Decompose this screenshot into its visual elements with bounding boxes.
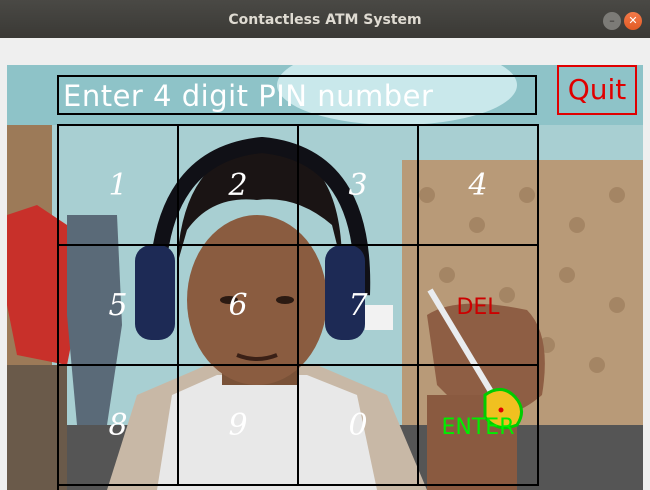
key-6[interactable]: 6 xyxy=(179,246,299,366)
key-9[interactable]: 9 xyxy=(179,366,299,486)
key-label: 2 xyxy=(228,168,248,203)
key-label: 1 xyxy=(108,168,128,203)
camera-feed: Enter 4 digit PIN number Quit 1 2 3 4 5 … xyxy=(7,65,643,490)
window-titlebar: Contactless ATM System – ✕ xyxy=(0,0,650,39)
key-label: 3 xyxy=(348,168,368,203)
key-1[interactable]: 1 xyxy=(59,126,179,246)
key-0[interactable]: 0 xyxy=(299,366,419,486)
key-label: 6 xyxy=(228,288,248,323)
key-4[interactable]: 4 xyxy=(419,126,539,246)
window-left-border xyxy=(0,38,7,490)
key-label: 7 xyxy=(348,288,368,323)
key-del[interactable]: DEL xyxy=(419,246,539,366)
key-label: ENTER xyxy=(441,415,515,440)
key-label: 9 xyxy=(228,408,248,443)
key-enter[interactable]: ENTER xyxy=(419,366,539,486)
key-8[interactable]: 8 xyxy=(59,366,179,486)
minimize-icon[interactable]: – xyxy=(603,12,621,30)
key-label: 0 xyxy=(348,408,368,443)
key-2[interactable]: 2 xyxy=(179,126,299,246)
window-top-strip xyxy=(7,38,643,65)
key-7[interactable]: 7 xyxy=(299,246,419,366)
pin-display-text: Enter 4 digit PIN number xyxy=(63,79,434,113)
window-title: Contactless ATM System xyxy=(228,12,422,28)
key-label: 4 xyxy=(468,168,488,203)
close-icon[interactable]: ✕ xyxy=(624,12,642,30)
quit-button[interactable]: Quit xyxy=(557,65,637,115)
quit-label: Quit xyxy=(567,73,627,106)
key-label: DEL xyxy=(456,295,500,320)
key-label: 5 xyxy=(108,288,128,323)
window-right-border xyxy=(643,38,650,490)
key-5[interactable]: 5 xyxy=(59,246,179,366)
key-label: 8 xyxy=(108,408,128,443)
key-3[interactable]: 3 xyxy=(299,126,419,246)
keypad-grid: 1 2 3 4 5 6 7 DEL 8 9 0 ENTER xyxy=(57,124,539,490)
pin-display-box: Enter 4 digit PIN number xyxy=(57,75,537,115)
